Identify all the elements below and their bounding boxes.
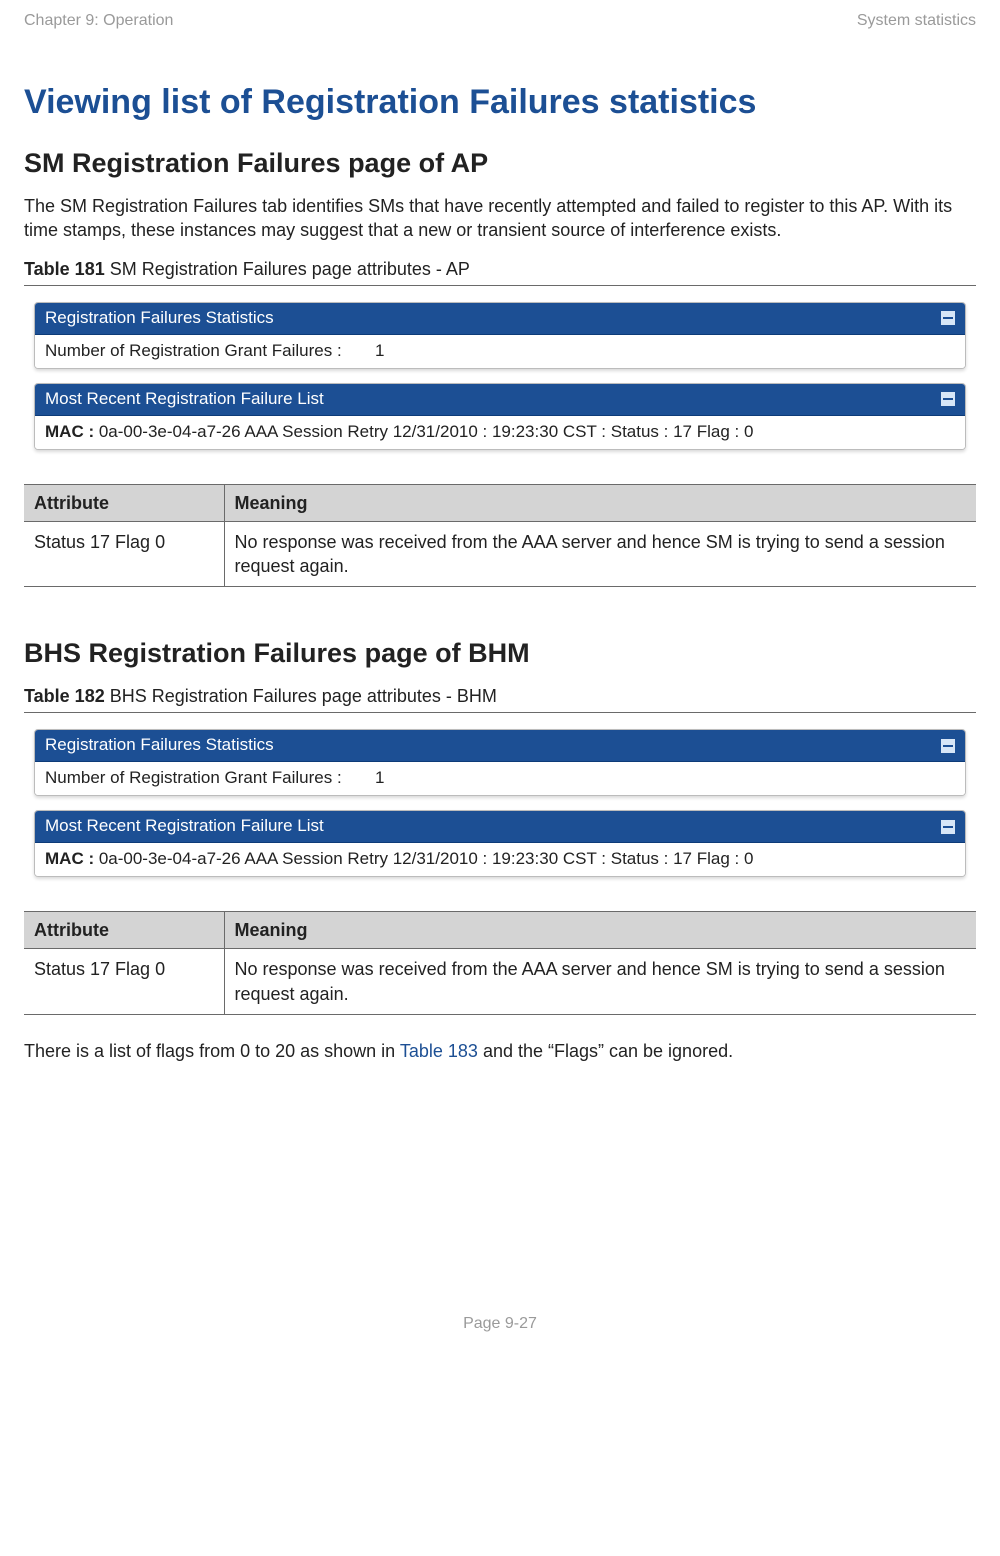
table181: Attribute Meaning Status 17 Flag 0 No re…: [24, 484, 976, 588]
screenshot-sm-ap: Registration Failures Statistics Number …: [24, 290, 976, 480]
table183-link[interactable]: Table 183: [400, 1041, 478, 1061]
mac-prefix: MAC :: [45, 422, 94, 441]
panel-reg-failures-stats: Registration Failures Statistics Number …: [34, 302, 966, 369]
panel-body: MAC : 0a-00-3e-04-a7-26 AAA Session Retr…: [35, 843, 965, 876]
section1-intro: The SM Registration Failures tab identif…: [24, 194, 976, 243]
header-right: System statistics: [857, 10, 976, 32]
divider: [24, 285, 976, 286]
section-heading-sm-ap: SM Registration Failures page of AP: [24, 145, 976, 181]
panel-body: Number of Registration Grant Failures : …: [35, 762, 965, 795]
table-row: Status 17 Flag 0 No response was receive…: [24, 949, 976, 1015]
panel-recent-failure-list: Most Recent Registration Failure List MA…: [34, 810, 966, 877]
panel-header: Most Recent Registration Failure List: [35, 811, 965, 843]
table181-caption: Table 181 SM Registration Failures page …: [24, 257, 976, 281]
grant-failures-value: 1: [375, 340, 384, 363]
closing-pre: There is a list of flags from 0 to 20 as…: [24, 1041, 400, 1061]
grant-failures-label: Number of Registration Grant Failures :: [45, 767, 375, 790]
panel-body: Number of Registration Grant Failures : …: [35, 335, 965, 368]
table182-caption-rest: BHS Registration Failures page attribute…: [105, 686, 497, 706]
table182-caption-bold: Table 182: [24, 686, 105, 706]
panel-title: Most Recent Registration Failure List: [45, 815, 324, 838]
col-attribute: Attribute: [24, 484, 224, 521]
cell-meaning: No response was received from the AAA se…: [224, 521, 976, 587]
table181-caption-bold: Table 181: [24, 259, 105, 279]
section-heading-bhs-bhm: BHS Registration Failures page of BHM: [24, 635, 976, 671]
divider: [24, 712, 976, 713]
col-attribute: Attribute: [24, 911, 224, 948]
panel-title: Most Recent Registration Failure List: [45, 388, 324, 411]
panel-body: MAC : 0a-00-3e-04-a7-26 AAA Session Retr…: [35, 416, 965, 449]
mac-entry: 0a-00-3e-04-a7-26 AAA Session Retry 12/3…: [94, 849, 753, 868]
grant-failures-label: Number of Registration Grant Failures :: [45, 340, 375, 363]
grant-failures-value: 1: [375, 767, 384, 790]
col-meaning: Meaning: [224, 484, 976, 521]
cell-meaning: No response was received from the AAA se…: [224, 949, 976, 1015]
header-left: Chapter 9: Operation: [24, 10, 173, 32]
panel-title: Registration Failures Statistics: [45, 307, 274, 330]
panel-header: Registration Failures Statistics: [35, 303, 965, 335]
closing-paragraph: There is a list of flags from 0 to 20 as…: [24, 1039, 976, 1063]
table-header-row: Attribute Meaning: [24, 484, 976, 521]
table181-caption-rest: SM Registration Failures page attributes…: [105, 259, 470, 279]
panel-recent-failure-list: Most Recent Registration Failure List MA…: [34, 383, 966, 450]
cell-attribute: Status 17 Flag 0: [24, 521, 224, 587]
closing-post: and the “Flags” can be ignored.: [478, 1041, 733, 1061]
table182: Attribute Meaning Status 17 Flag 0 No re…: [24, 911, 976, 1015]
screenshot-bhs-bhm: Registration Failures Statistics Number …: [24, 717, 976, 907]
panel-header: Most Recent Registration Failure List: [35, 384, 965, 416]
mac-entry: 0a-00-3e-04-a7-26 AAA Session Retry 12/3…: [94, 422, 753, 441]
collapse-icon[interactable]: [941, 392, 955, 406]
panel-header: Registration Failures Statistics: [35, 730, 965, 762]
cell-attribute: Status 17 Flag 0: [24, 949, 224, 1015]
table182-caption: Table 182 BHS Registration Failures page…: [24, 684, 976, 708]
col-meaning: Meaning: [224, 911, 976, 948]
mac-prefix: MAC :: [45, 849, 94, 868]
collapse-icon[interactable]: [941, 739, 955, 753]
collapse-icon[interactable]: [941, 820, 955, 834]
panel-title: Registration Failures Statistics: [45, 734, 274, 757]
table-header-row: Attribute Meaning: [24, 911, 976, 948]
panel-reg-failures-stats: Registration Failures Statistics Number …: [34, 729, 966, 796]
collapse-icon[interactable]: [941, 311, 955, 325]
page-number: Page 9-27: [24, 1313, 976, 1335]
page-header: Chapter 9: Operation System statistics: [24, 10, 976, 32]
page-title: Viewing list of Registration Failures st…: [24, 80, 976, 126]
table-row: Status 17 Flag 0 No response was receive…: [24, 521, 976, 587]
